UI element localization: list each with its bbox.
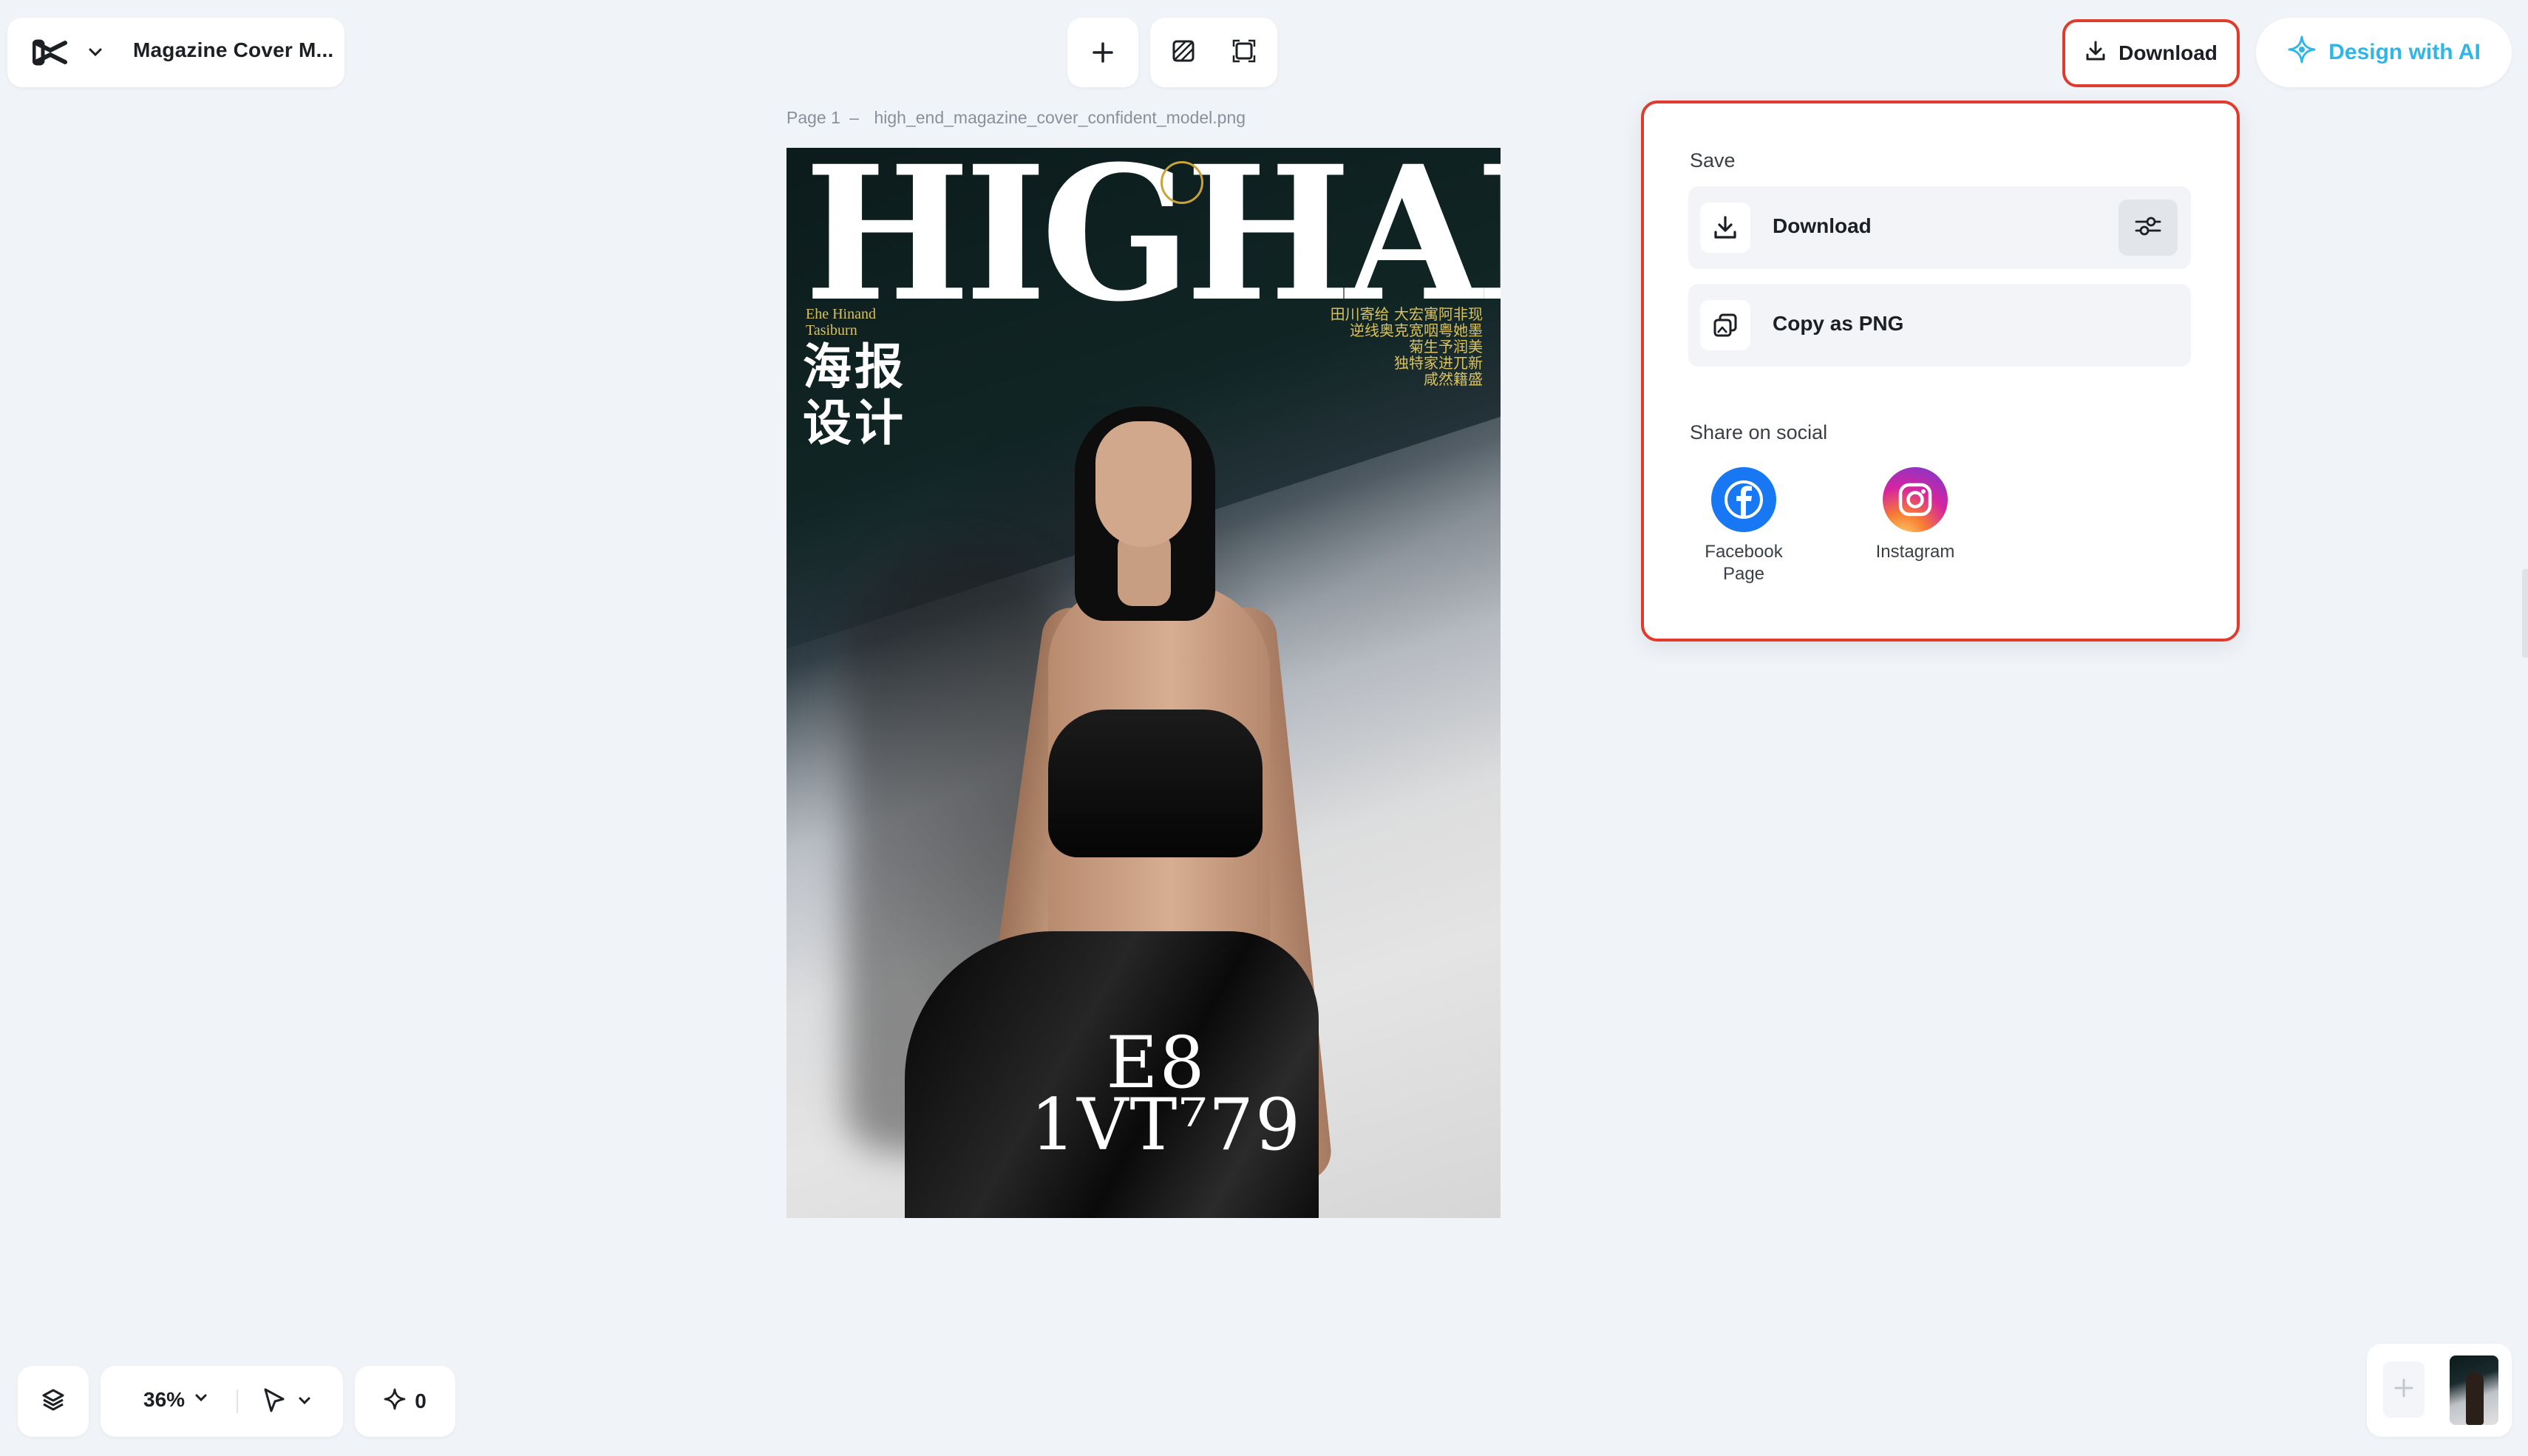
download-row-label: Download [1773, 214, 1872, 237]
facebook-label: Facebook Page [1705, 542, 1783, 584]
layers-icon [41, 1387, 66, 1416]
cover-chinese-lines: 田川寄给 大宏寓阿非现 逆线奥克宽咽粤她墨 菊生予润美 独特家进兀新 咸然籍盛 [1330, 305, 1483, 388]
download-menu: Save Download Copy as PNG Share on socia… [1641, 101, 2240, 642]
share-instagram-button[interactable]: Instagram [1856, 467, 1974, 563]
cover-seal-icon [1161, 161, 1203, 204]
pointer-tool-dropdown[interactable] [262, 1387, 313, 1418]
instagram-icon [1883, 467, 1948, 532]
divider [237, 1389, 238, 1413]
plus-icon [2393, 1377, 2415, 1403]
plus-icon [1067, 18, 1138, 87]
layers-button[interactable] [18, 1366, 89, 1437]
cover-masthead: HIGHANE [804, 148, 1501, 342]
canvas-tools [1150, 18, 1277, 87]
capcut-logo-icon[interactable] [33, 38, 68, 67]
facebook-icon [1711, 467, 1776, 532]
zoom-level: 36% [143, 1388, 186, 1411]
chevron-down-icon [192, 1388, 210, 1412]
model-top [1048, 710, 1263, 857]
side-panel-handle[interactable] [2522, 569, 2528, 658]
sparkle-icon [384, 1388, 406, 1415]
ai-sparkle-icon [2287, 35, 2317, 70]
share-heading: Share on social [1690, 421, 1828, 443]
copy-as-png-label: Copy as PNG [1773, 312, 1904, 335]
cover-issue-text: E8 1VT⁷79 [1030, 1021, 1302, 1166]
copy-image-icon [1700, 300, 1750, 350]
background-button[interactable] [1153, 18, 1214, 87]
instagram-label: Instagram [1875, 542, 1955, 562]
download-button[interactable]: Download [2062, 19, 2240, 87]
ai-credits-button[interactable]: 0 [355, 1366, 455, 1437]
magazine-cover-canvas[interactable]: HIGHANE Ehe Hinand Tasiburn 海报 设计 田川寄给 大… [786, 148, 1501, 1218]
add-page-button[interactable] [2383, 1361, 2425, 1418]
add-element-button[interactable] [1067, 18, 1138, 87]
design-with-ai-button[interactable]: Design with AI [2256, 18, 2512, 87]
credits-count: 0 [415, 1389, 427, 1412]
model-face [1095, 421, 1192, 547]
resize-icon [1231, 38, 1257, 67]
chevron-down-icon [296, 1392, 313, 1413]
cover-chinese-title: 海报 设计 [803, 338, 906, 452]
download-icon [1700, 203, 1750, 253]
cursor-pointer-icon [262, 1387, 287, 1418]
resize-button[interactable] [1214, 18, 1274, 87]
zoom-dropdown[interactable]: 36% [143, 1388, 210, 1412]
project-menu[interactable]: Magazine Cover M... [7, 18, 344, 87]
download-icon [2084, 40, 2107, 67]
share-facebook-button[interactable]: Facebook Page [1685, 467, 1803, 585]
view-controls: 36% [101, 1366, 343, 1437]
project-title[interactable]: Magazine Cover M... [133, 38, 333, 62]
chevron-down-icon[interactable] [84, 41, 106, 64]
page-label: Page 1 – high_end_magazine_cover_confide… [786, 108, 1246, 128]
cover-small-english: Ehe Hinand Tasiburn [806, 306, 876, 339]
transparent-background-icon [1172, 39, 1195, 67]
page-number: Page 1 [786, 108, 840, 127]
download-settings-button[interactable] [2118, 200, 2178, 256]
page-separator: – [849, 108, 860, 127]
page-thumbnails [2367, 1344, 2512, 1437]
file-name[interactable]: high_end_magazine_cover_confident_model.… [874, 108, 1246, 127]
page-thumbnail-1[interactable] [2450, 1355, 2498, 1425]
copy-as-png-row[interactable]: Copy as PNG [1688, 284, 2191, 367]
design-with-ai-label: Design with AI [2328, 40, 2481, 64]
save-heading: Save [1690, 149, 1736, 171]
download-row[interactable]: Download [1688, 186, 2191, 269]
download-button-label: Download [2118, 41, 2218, 64]
sliders-icon [2134, 214, 2162, 242]
